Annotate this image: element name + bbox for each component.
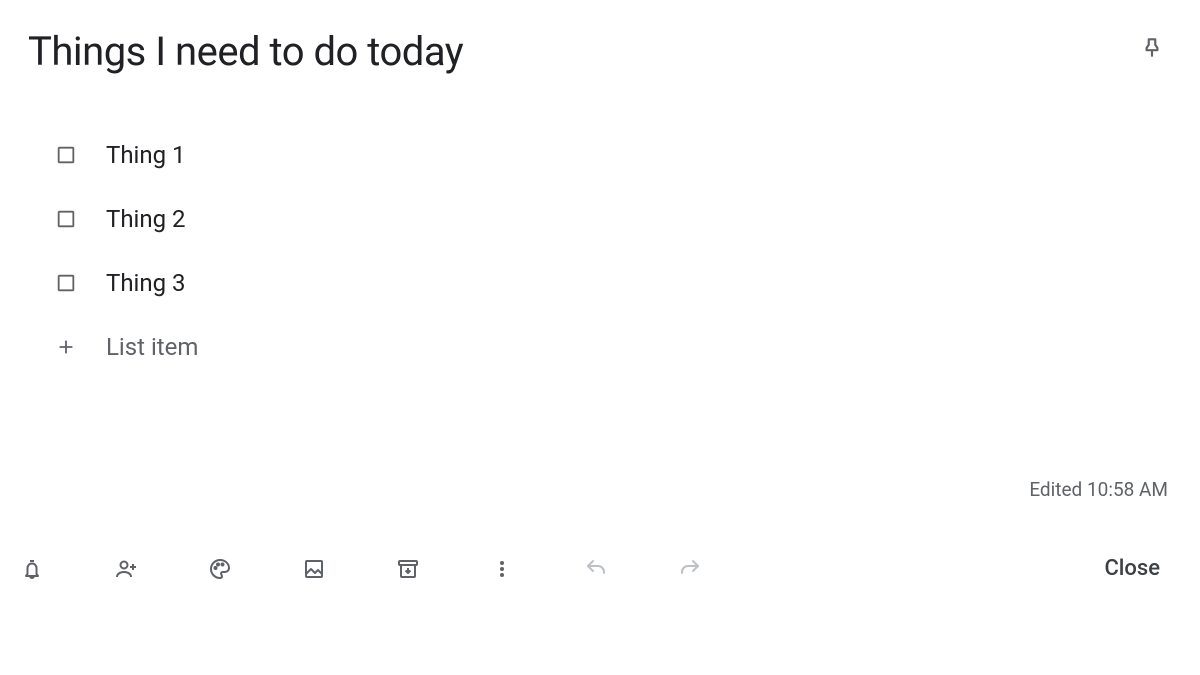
person-add-icon: [114, 557, 138, 581]
background-options-button[interactable]: [206, 555, 234, 583]
checklist-item[interactable]: Thing 1: [54, 123, 1172, 187]
archive-icon: [396, 557, 420, 581]
checklist-item[interactable]: Thing 2: [54, 187, 1172, 251]
note-header: Things I need to do today: [28, 28, 1172, 75]
note-toolbar: Close: [18, 548, 1172, 589]
checklist-item-text[interactable]: Thing 2: [106, 205, 186, 233]
add-item-placeholder: List item: [106, 333, 198, 361]
archive-button[interactable]: [394, 555, 422, 583]
redo-icon: [678, 557, 702, 581]
bell-plus-icon: [20, 557, 44, 581]
more-vertical-icon: [490, 557, 514, 581]
collaborator-button[interactable]: [112, 555, 140, 583]
add-list-item-button[interactable]: List item: [54, 315, 1172, 379]
palette-icon: [208, 557, 232, 581]
edited-timestamp: Edited 10:58 AM: [1029, 478, 1168, 501]
checklist-item[interactable]: Thing 3: [54, 251, 1172, 315]
remind-me-button[interactable]: [18, 555, 46, 583]
checkbox-icon[interactable]: [54, 271, 78, 295]
image-icon: [302, 557, 326, 581]
pin-button[interactable]: [1132, 28, 1172, 68]
pin-icon: [1139, 35, 1165, 61]
undo-icon: [584, 557, 608, 581]
toolbar-icons: [18, 555, 704, 583]
checkbox-icon[interactable]: [54, 143, 78, 167]
note-title[interactable]: Things I need to do today: [28, 28, 463, 75]
add-image-button[interactable]: [300, 555, 328, 583]
checklist-item-text[interactable]: Thing 1: [106, 141, 186, 169]
plus-icon: [54, 335, 78, 359]
note-editor: Things I need to do today Thing 1: [0, 0, 1200, 379]
checklist: Thing 1 Thing 2 Thing 3: [28, 123, 1172, 379]
more-button[interactable]: [488, 555, 516, 583]
checklist-item-text[interactable]: Thing 3: [106, 269, 186, 297]
checkbox-icon[interactable]: [54, 207, 78, 231]
redo-button[interactable]: [676, 555, 704, 583]
close-button[interactable]: Close: [1092, 548, 1172, 589]
undo-button[interactable]: [582, 555, 610, 583]
